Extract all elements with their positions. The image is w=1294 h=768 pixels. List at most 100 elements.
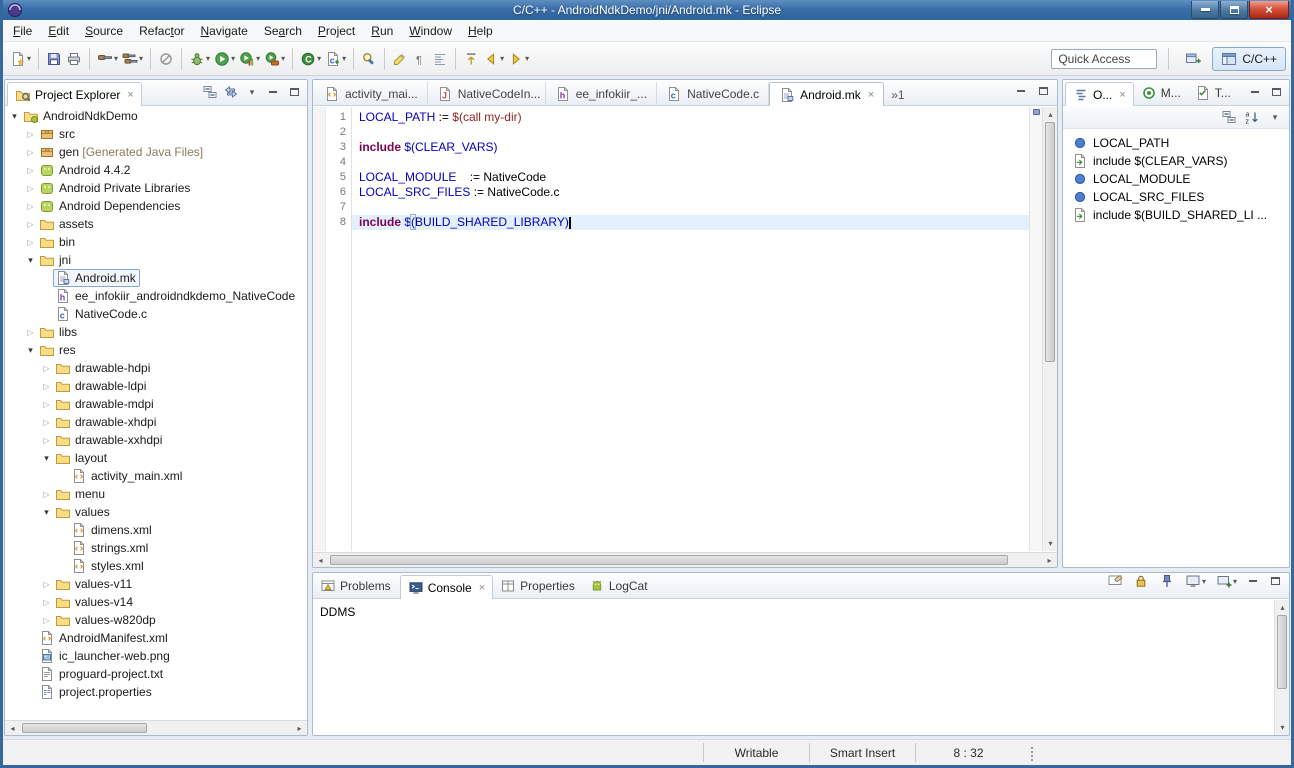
maximize-view-button[interactable] <box>1267 573 1283 589</box>
quick-access-input[interactable] <box>1051 49 1157 69</box>
outline-item-local-path[interactable]: LOCAL_PATH <box>1063 134 1289 152</box>
scroll-thumb[interactable] <box>22 723 147 733</box>
view-menu-button[interactable]: ▾ <box>1267 109 1283 125</box>
line-number-ruler[interactable]: 12345678 <box>326 107 352 551</box>
tree-item-values-v14[interactable]: ▷values-v14 <box>5 593 307 611</box>
outline-item-include-clear-vars[interactable]: include $(CLEAR_VARS) <box>1063 152 1289 170</box>
toolbar-forward-button[interactable]: ▾ <box>506 47 531 71</box>
console-vscrollbar[interactable]: ▴ ▾ <box>1274 600 1289 735</box>
collapsed-arrow-icon[interactable]: ▷ <box>24 238 37 247</box>
minimize-editor-button[interactable] <box>1013 83 1029 99</box>
menu-project[interactable]: Project <box>310 21 363 41</box>
collapsed-arrow-icon[interactable]: ▷ <box>40 580 53 589</box>
editor-tab-nativecodein[interactable]: JNativeCodeIn... <box>428 82 546 106</box>
collapsed-arrow-icon[interactable]: ▷ <box>40 436 53 445</box>
collapsed-arrow-icon[interactable]: ▷ <box>24 202 37 211</box>
tree-item-activity-main-xml[interactable]: activity_main.xml <box>5 467 307 485</box>
collapsed-arrow-icon[interactable]: ▷ <box>24 328 37 337</box>
tree-item-libs[interactable]: ▷libs <box>5 323 307 341</box>
tree-item-menu[interactable]: ▷menu <box>5 485 307 503</box>
collapsed-arrow-icon[interactable]: ▷ <box>40 490 53 499</box>
toolbar-save-button[interactable] <box>44 47 64 71</box>
menu-search[interactable]: Search <box>256 21 310 41</box>
tree-item-bin[interactable]: ▷bin <box>5 233 307 251</box>
tree-item-android-private-libraries[interactable]: ▷Android Private Libraries <box>5 179 307 197</box>
tab-overflow-chevron[interactable]: »1 <box>891 88 904 102</box>
tree-item-values[interactable]: ▾values <box>5 503 307 521</box>
console-pin-console-button[interactable] <box>1157 572 1177 593</box>
sort-button[interactable]: az <box>1244 109 1260 125</box>
maximize-button[interactable] <box>1220 1 1248 19</box>
collapsed-arrow-icon[interactable]: ▷ <box>24 148 37 157</box>
toolbar-search-button[interactable] <box>359 47 379 71</box>
editor-tab-android-mk[interactable]: Android.mk× <box>769 82 884 106</box>
outline-tab-m[interactable]: M... <box>1134 81 1188 105</box>
outline-tab-o[interactable]: O...× <box>1065 82 1134 106</box>
collapsed-arrow-icon[interactable]: ▷ <box>40 616 53 625</box>
editor-tab-ee-infokiir[interactable]: hee_infokiir_... <box>546 82 657 106</box>
tree-item-values-v11[interactable]: ▷values-v11 <box>5 575 307 593</box>
menu-file[interactable]: File <box>5 21 40 41</box>
tree-item-drawable-ldpi[interactable]: ▷drawable-ldpi <box>5 377 307 395</box>
toolbar-external-tools-button[interactable]: ▾ <box>262 47 287 71</box>
maximize-view-button[interactable] <box>286 84 302 100</box>
perspective-cpp-button[interactable]: C/C++ <box>1212 47 1286 71</box>
tree-item-proguard-project-txt[interactable]: proguard-project.txt <box>5 665 307 683</box>
menu-source[interactable]: Source <box>77 21 131 41</box>
close-view-icon[interactable]: × <box>127 89 133 101</box>
link-with-editor-button[interactable] <box>223 84 239 100</box>
tree-item-nativecode-c[interactable]: cNativeCode.c <box>5 305 307 323</box>
tree-item-android-mk[interactable]: Android.mk <box>5 269 307 287</box>
expanded-arrow-icon[interactable]: ▾ <box>8 111 21 122</box>
editor-tab-nativecode-c[interactable]: cNativeCode.c <box>657 82 769 106</box>
toolbar-new-class-button[interactable]: C▾ <box>298 47 323 71</box>
minimize-view-button[interactable] <box>1247 84 1263 100</box>
expanded-arrow-icon[interactable]: ▾ <box>24 255 37 266</box>
toolbar-show-whitespace-button[interactable]: ¶ <box>410 47 430 71</box>
menu-run[interactable]: Run <box>363 21 401 41</box>
menu-help[interactable]: Help <box>460 21 501 41</box>
console-scroll-lock-button[interactable] <box>1131 572 1151 593</box>
console-tab-console[interactable]: Console× <box>400 575 493 599</box>
toolbar-mark-occurrences-button[interactable] <box>390 47 410 71</box>
scroll-left-icon[interactable]: ◂ <box>5 721 20 736</box>
scroll-up-icon[interactable]: ▴ <box>1043 107 1058 122</box>
scroll-right-icon[interactable]: ▸ <box>292 721 307 736</box>
toolbar-new-source-button[interactable]: c▾ <box>323 47 348 71</box>
outline-tab-t[interactable]: T... <box>1188 81 1238 105</box>
tree-item-drawable-xxhdpi[interactable]: ▷drawable-xxhdpi <box>5 431 307 449</box>
toolbar-print-button[interactable] <box>64 47 84 71</box>
toolbar-run-button[interactable]: ▾ <box>212 47 237 71</box>
code-editor[interactable]: 12345678 LOCAL_PATH := $(call my-dir)inc… <box>313 107 1057 551</box>
tree-item-drawable-mdpi[interactable]: ▷drawable-mdpi <box>5 395 307 413</box>
menu-navigate[interactable]: Navigate <box>192 21 255 41</box>
maximize-editor-button[interactable] <box>1035 83 1051 99</box>
scroll-thumb[interactable] <box>330 555 1008 565</box>
console-display-console-button[interactable]: ▾ <box>1183 572 1208 593</box>
collapsed-arrow-icon[interactable]: ▷ <box>24 130 37 139</box>
menu-window[interactable]: Window <box>401 21 460 41</box>
project-explorer-tab[interactable]: Project Explorer × <box>7 82 142 106</box>
outline-item-local-module[interactable]: LOCAL_MODULE <box>1063 170 1289 188</box>
editor-hscrollbar[interactable]: ◂ ▸ <box>313 552 1057 567</box>
collapsed-arrow-icon[interactable]: ▷ <box>40 364 53 373</box>
expanded-arrow-icon[interactable]: ▾ <box>40 507 53 518</box>
scroll-down-icon[interactable]: ▾ <box>1043 536 1058 551</box>
console-tab-properties[interactable]: Properties <box>493 574 582 598</box>
overview-ruler[interactable] <box>1029 107 1042 551</box>
code-text-area[interactable]: LOCAL_PATH := $(call my-dir)include $(CL… <box>352 107 1029 551</box>
console-clear-console-button[interactable] <box>1105 572 1125 593</box>
tree-item-androidmanifest-xml[interactable]: AndroidManifest.xml <box>5 629 307 647</box>
menu-refactor[interactable]: Refactor <box>131 21 192 41</box>
annotation-ruler[interactable] <box>313 107 326 551</box>
view-menu-button[interactable]: ▾ <box>244 84 260 100</box>
collapse-all-button[interactable] <box>1221 109 1237 125</box>
tree-item-ic-launcher-web-png[interactable]: ic_launcher-web.png <box>5 647 307 665</box>
tree-item-project-properties[interactable]: project.properties <box>5 683 307 701</box>
collapsed-arrow-icon[interactable]: ▷ <box>24 184 37 193</box>
tree-item-androidndkdemo[interactable]: ▾AndroidNdkDemo <box>5 107 307 125</box>
minimize-view-button[interactable] <box>265 84 281 100</box>
toolbar-coverage-button[interactable]: ▾ <box>237 47 262 71</box>
collapsed-arrow-icon[interactable]: ▷ <box>40 418 53 427</box>
editor-vscrollbar[interactable]: ▴ ▾ <box>1042 107 1057 551</box>
